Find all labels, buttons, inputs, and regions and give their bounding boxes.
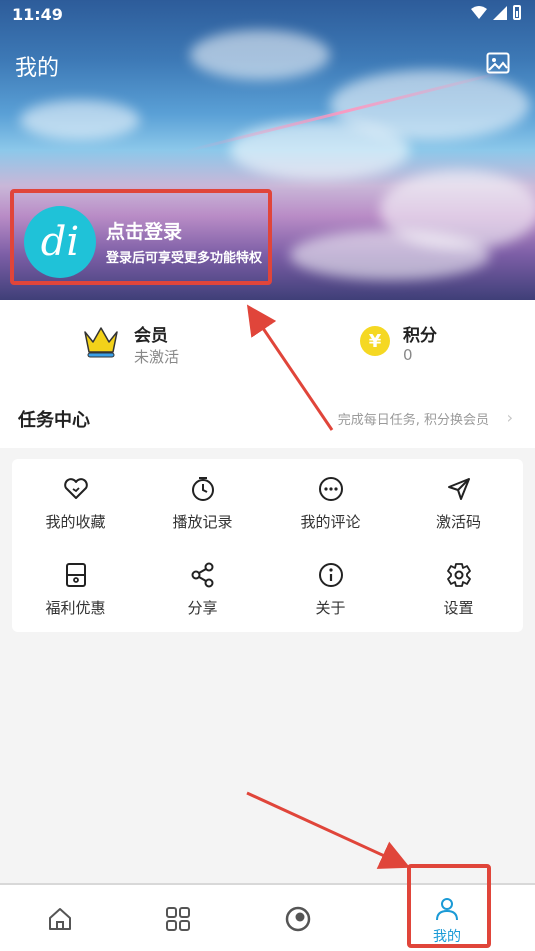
grid-item-share[interactable]: 分享 — [139, 545, 266, 631]
vip-value: 未激活 — [134, 348, 180, 366]
grid-item-welfare[interactable]: 福利优惠 — [12, 545, 139, 631]
signal-icon — [493, 5, 507, 20]
grid-item-history[interactable]: 播放记录 — [139, 459, 266, 545]
annotation-arrow-nav — [246, 791, 411, 869]
task-center-row[interactable]: 任务中心 完成每日任务, 积分换会员 › — [0, 390, 535, 448]
vip-label: 会员 — [134, 326, 168, 346]
grid-item-settings[interactable]: 设置 — [395, 545, 522, 631]
grid-item-label: 设置 — [443, 599, 474, 617]
grid-item-label: 福利优惠 — [45, 599, 106, 617]
points-label: 积分 — [403, 326, 437, 346]
grid-item-label: 激活码 — [435, 513, 481, 531]
wallet-icon — [65, 563, 86, 587]
share-icon — [191, 562, 213, 588]
battery-icon — [513, 5, 521, 20]
grid-item-label: 播放记录 — [172, 513, 233, 531]
nav-discover[interactable] — [248, 885, 348, 951]
comment-icon — [318, 477, 343, 501]
nav-home[interactable] — [10, 885, 110, 951]
grid-item-label: 我的收藏 — [45, 513, 106, 531]
nav-highlight-box — [407, 864, 491, 948]
grid-item-label: 分享 — [187, 599, 218, 617]
grid-item-label: 我的评论 — [300, 513, 361, 531]
heart-icon — [63, 478, 88, 499]
chevron-right-icon: › — [506, 408, 513, 427]
feature-grid: 我的收藏 播放记录 我的评论 激活码 福利优惠 分享 关于 设置 — [12, 459, 523, 632]
grid-item-activation-code[interactable]: 激活码 — [395, 459, 522, 545]
grid-icon — [166, 907, 190, 931]
yuan-coin-icon: ¥ — [360, 326, 390, 356]
grid-item-comments[interactable]: 我的评论 — [267, 459, 394, 545]
task-center-hint: 完成每日任务, 积分换会员 — [337, 413, 489, 428]
grid-item-favorites[interactable]: 我的收藏 — [12, 459, 139, 545]
status-time: 11:49 — [12, 5, 63, 24]
grid-item-label: 关于 — [315, 599, 346, 617]
status-bar: 11:49 — [0, 0, 535, 30]
gear-icon — [446, 563, 471, 587]
send-icon — [447, 478, 470, 500]
nav-categories[interactable] — [128, 885, 228, 951]
task-center-title: 任务中心 — [18, 410, 90, 431]
info-icon — [318, 563, 343, 587]
wifi-icon — [471, 5, 487, 19]
page-title: 我的 — [15, 56, 60, 81]
crown-icon — [84, 327, 118, 358]
grid-item-about[interactable]: 关于 — [267, 545, 394, 631]
points-value: 0 — [403, 346, 413, 364]
stats-row: 会员 未激活 ¥ 积分 0 — [0, 300, 535, 390]
discover-icon — [285, 906, 311, 932]
image-icon[interactable] — [486, 52, 510, 74]
timer-icon — [191, 477, 214, 501]
home-icon — [49, 908, 71, 930]
login-highlight-box — [10, 189, 272, 285]
